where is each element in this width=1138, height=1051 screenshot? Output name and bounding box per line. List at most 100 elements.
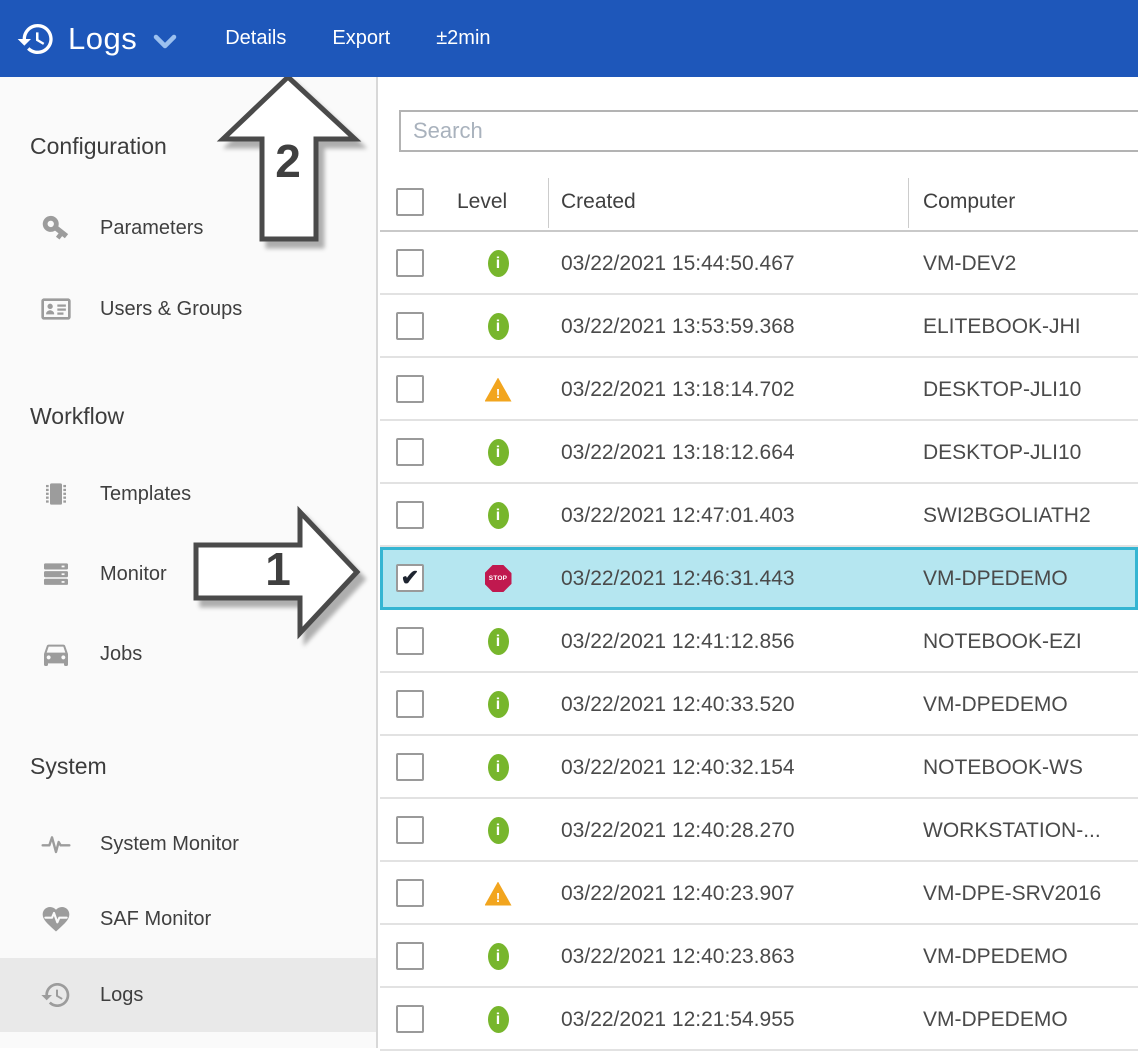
sidebar: Configuration Parameters Users & Groups …: [0, 77, 378, 1048]
row-checkbox[interactable]: [396, 942, 424, 970]
info-icon: i: [484, 988, 512, 1051]
table-row[interactable]: ! 03/22/2021 13:18:14.702 DESKTOP-JLI10: [380, 358, 1138, 421]
info-icon: i: [484, 610, 512, 673]
info-icon: i: [484, 232, 512, 295]
row-checkbox[interactable]: [396, 312, 424, 340]
column-header-created[interactable]: Created: [561, 174, 636, 230]
info-icon: i: [484, 925, 512, 988]
row-checkbox[interactable]: [396, 879, 424, 907]
computer-cell: VM-DPE-SRV2016: [923, 862, 1101, 925]
time-range-menu-item[interactable]: ±2min: [436, 27, 490, 50]
sidebar-item-jobs[interactable]: Jobs: [0, 632, 376, 676]
row-checkbox[interactable]: [396, 375, 424, 403]
computer-cell: VM-DPEDEMO: [923, 547, 1068, 610]
top-bar: Logs Details Export ±2min: [0, 0, 1138, 77]
computer-cell: WORKSTATION-...: [923, 799, 1101, 862]
info-icon: i: [484, 673, 512, 736]
column-header-computer[interactable]: Computer: [923, 174, 1015, 230]
row-checkbox[interactable]: [396, 690, 424, 718]
select-all-checkbox[interactable]: [396, 188, 424, 216]
table-row[interactable]: i 03/22/2021 13:18:12.664 DESKTOP-JLI10: [380, 421, 1138, 484]
table-row[interactable]: i 03/22/2021 12:47:01.403 SWI2BGOLIATH2: [380, 484, 1138, 547]
search-input[interactable]: [399, 110, 1138, 152]
created-cell: 03/22/2021 12:46:31.443: [561, 547, 795, 610]
chip-icon: [40, 478, 72, 510]
table-row[interactable]: i 03/22/2021 12:21:54.955 VM-DPEDEMO: [380, 988, 1138, 1051]
sidebar-item-label: Jobs: [100, 643, 142, 666]
computer-cell: VM-DPEDEMO: [923, 925, 1068, 988]
history-icon: [40, 979, 72, 1011]
column-divider: [908, 178, 909, 228]
table-row[interactable]: i 03/22/2021 12:40:32.154 NOTEBOOK-WS: [380, 736, 1138, 799]
table-row[interactable]: i 03/22/2021 12:40:23.863 VM-DPEDEMO: [380, 925, 1138, 988]
created-cell: 03/22/2021 12:40:23.863: [561, 925, 795, 988]
row-checkbox[interactable]: ✔: [396, 564, 424, 592]
section-heading-system: System: [30, 753, 107, 783]
created-cell: 03/22/2021 12:41:12.856: [561, 610, 795, 673]
sidebar-item-system-monitor[interactable]: System Monitor: [0, 822, 376, 866]
info-icon: i: [484, 295, 512, 358]
created-cell: 03/22/2021 15:44:50.467: [561, 232, 795, 295]
history-icon: [16, 19, 56, 59]
warning-icon: !: [484, 862, 512, 925]
row-checkbox[interactable]: [396, 627, 424, 655]
row-checkbox[interactable]: [396, 816, 424, 844]
table-row[interactable]: ✔ STOP 03/22/2021 12:46:31.443 VM-DPEDEM…: [380, 547, 1138, 610]
info-icon: i: [484, 484, 512, 547]
row-checkbox[interactable]: [396, 438, 424, 466]
column-header-level[interactable]: Level: [457, 174, 507, 230]
created-cell: 03/22/2021 12:21:54.955: [561, 988, 795, 1051]
sidebar-item-saf-monitor[interactable]: SAF Monitor: [0, 897, 376, 941]
sidebar-item-logs[interactable]: Logs: [0, 958, 376, 1032]
heart-pulse-icon: [40, 903, 72, 935]
server-stack-icon: [40, 558, 72, 590]
created-cell: 03/22/2021 12:40:33.520: [561, 673, 795, 736]
table-body: i 03/22/2021 15:44:50.467 VM-DEV2 i 03/2…: [380, 232, 1138, 1048]
log-table-panel: Level Created Computer i 03/22/2021 15:4…: [380, 77, 1138, 1048]
table-row[interactable]: i 03/22/2021 12:40:33.520 VM-DPEDEMO: [380, 673, 1138, 736]
details-menu-item[interactable]: Details: [225, 27, 286, 50]
row-checkbox[interactable]: [396, 753, 424, 781]
computer-cell: VM-DEV2: [923, 232, 1016, 295]
top-menu: Details Export ±2min: [225, 27, 490, 50]
created-cell: 03/22/2021 12:47:01.403: [561, 484, 795, 547]
sidebar-item-monitor[interactable]: Monitor: [0, 552, 376, 596]
export-menu-item[interactable]: Export: [332, 27, 390, 50]
sidebar-item-label: Users & Groups: [100, 298, 242, 321]
computer-cell: ELITEBOOK-JHI: [923, 295, 1081, 358]
computer-cell: NOTEBOOK-EZI: [923, 610, 1082, 673]
sidebar-item-label: Logs: [100, 984, 143, 1007]
sidebar-item-label: Monitor: [100, 563, 167, 586]
table-row[interactable]: i 03/22/2021 12:40:28.270 WORKSTATION-..…: [380, 799, 1138, 862]
row-checkbox[interactable]: [396, 249, 424, 277]
created-cell: 03/22/2021 12:40:32.154: [561, 736, 795, 799]
app-title-dropdown[interactable]: Logs: [16, 19, 177, 59]
section-heading-workflow: Workflow: [30, 403, 124, 433]
page-title: Logs: [68, 21, 137, 57]
sidebar-item-parameters[interactable]: Parameters: [0, 206, 376, 250]
computer-cell: DESKTOP-JLI10: [923, 421, 1081, 484]
table-row[interactable]: i 03/22/2021 12:41:12.856 NOTEBOOK-EZI: [380, 610, 1138, 673]
sidebar-item-label: Parameters: [100, 217, 203, 240]
created-cell: 03/22/2021 12:40:28.270: [561, 799, 795, 862]
id-card-icon: [40, 293, 72, 325]
table-row[interactable]: ! 03/22/2021 12:40:23.907 VM-DPE-SRV2016: [380, 862, 1138, 925]
created-cell: 03/22/2021 13:18:14.702: [561, 358, 795, 421]
table-row[interactable]: i 03/22/2021 13:53:59.368 ELITEBOOK-JHI: [380, 295, 1138, 358]
table-row[interactable]: i 03/22/2021 15:44:50.467 VM-DEV2: [380, 232, 1138, 295]
key-icon: [40, 212, 72, 244]
car-icon: [40, 638, 72, 670]
sidebar-item-templates[interactable]: Templates: [0, 472, 376, 516]
info-icon: i: [484, 421, 512, 484]
info-icon: i: [484, 799, 512, 862]
computer-cell: SWI2BGOLIATH2: [923, 484, 1091, 547]
row-checkbox[interactable]: [396, 501, 424, 529]
sidebar-item-users-groups[interactable]: Users & Groups: [0, 287, 376, 331]
sidebar-item-label: Templates: [100, 483, 191, 506]
row-checkbox[interactable]: [396, 1005, 424, 1033]
pulse-icon: [40, 828, 72, 860]
computer-cell: VM-DPEDEMO: [923, 988, 1068, 1051]
computer-cell: NOTEBOOK-WS: [923, 736, 1083, 799]
stop-icon: STOP: [484, 547, 512, 610]
created-cell: 03/22/2021 13:18:12.664: [561, 421, 795, 484]
